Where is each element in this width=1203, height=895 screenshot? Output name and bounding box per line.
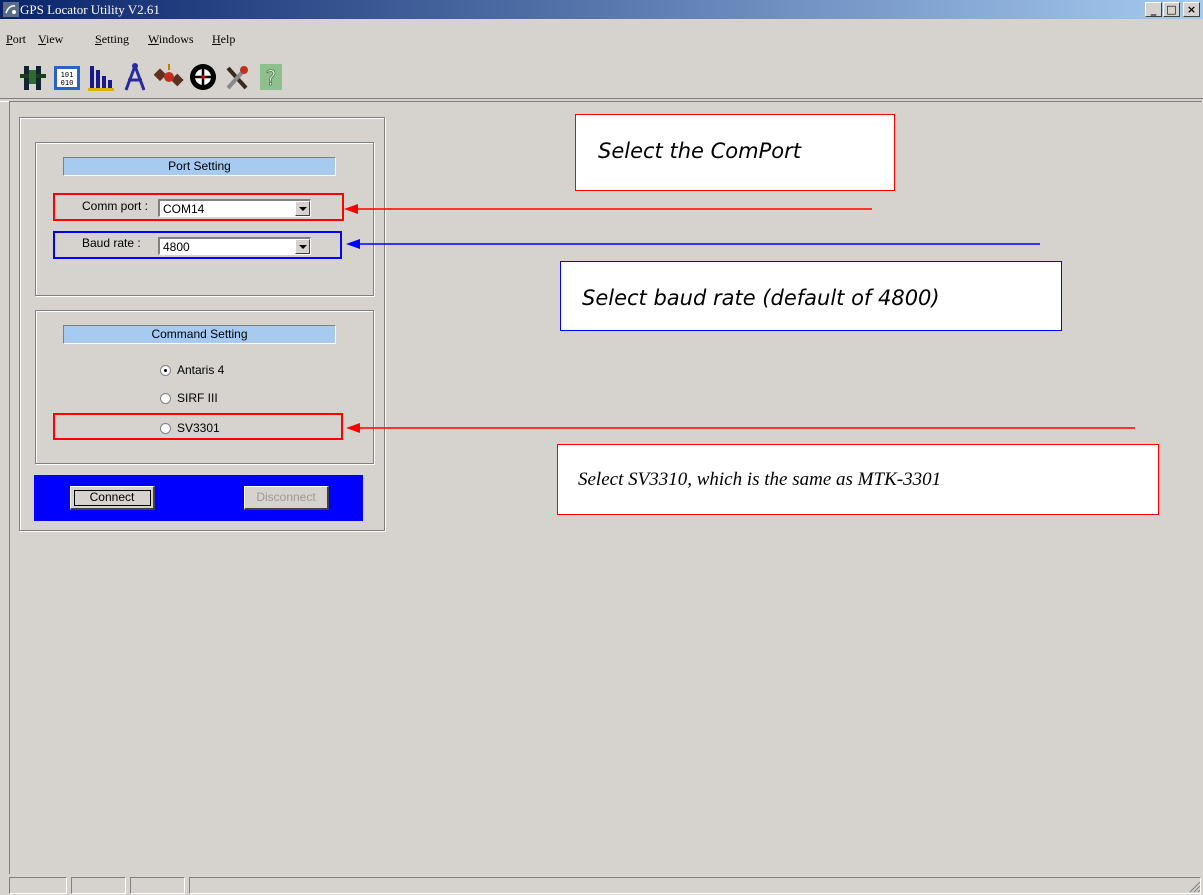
- status-pane-1: [9, 877, 67, 894]
- baud-arrow-head: [346, 239, 360, 249]
- comport-arrow-head: [344, 204, 358, 214]
- status-pane-4: [189, 877, 1201, 894]
- comport-callout: Select the ComPort: [575, 114, 895, 191]
- status-pane-3: [130, 877, 185, 894]
- resize-grip-icon[interactable]: [1189, 881, 1201, 893]
- baud-callout: Select baud rate (default of 4800): [560, 261, 1062, 331]
- status-pane-2: [71, 877, 126, 894]
- sv-arrow-head: [346, 423, 360, 433]
- status-bar: [0, 875, 1203, 895]
- sv-callout: Select SV3310, which is the same as MTK-…: [557, 444, 1159, 515]
